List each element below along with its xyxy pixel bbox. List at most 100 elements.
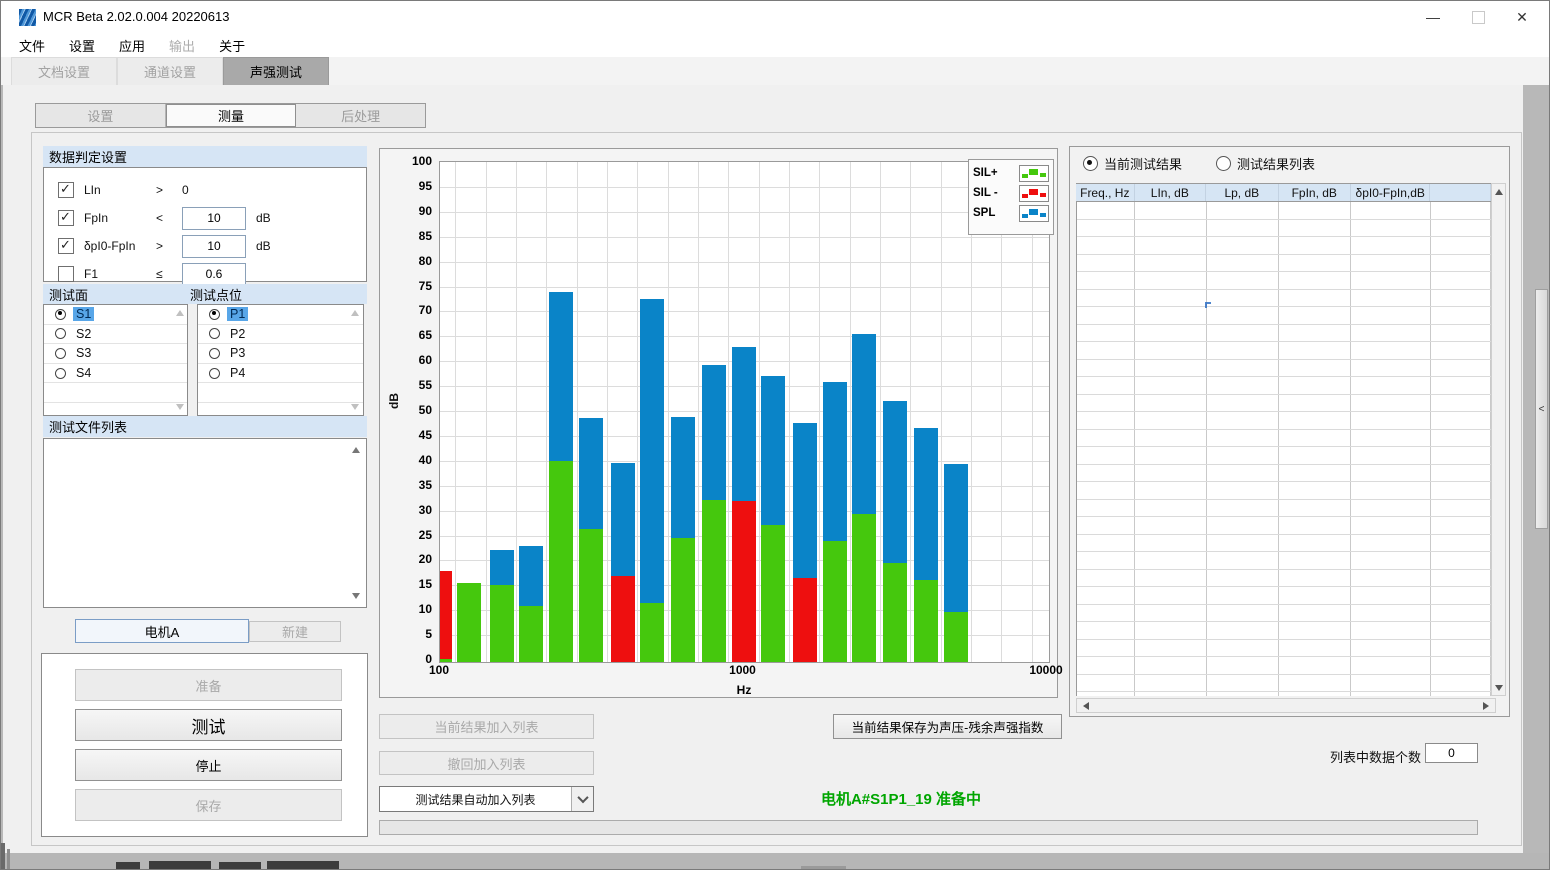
tabbar: 文档设置通道设置声强测试 <box>1 57 1549 85</box>
new-button[interactable]: 新建 <box>249 621 341 642</box>
subtab[interactable]: 后处理 <box>296 104 425 127</box>
condition-value-input[interactable] <box>182 207 246 230</box>
tab[interactable]: 声强测试 <box>223 57 329 85</box>
panel-collapse-handle[interactable]: < <box>1535 289 1548 529</box>
surface-row[interactable]: S3 <box>44 344 187 364</box>
condition-value-input[interactable] <box>182 263 246 286</box>
legend-swatch-icon <box>1019 185 1049 202</box>
point-row[interactable]: P1 <box>198 305 363 325</box>
checkbox[interactable] <box>58 266 74 282</box>
y-tick: 50 <box>406 403 432 417</box>
subtab[interactable]: 设置 <box>36 104 166 127</box>
close-button[interactable]: ✕ <box>1505 5 1539 29</box>
radio-selected-icon[interactable] <box>209 309 220 320</box>
point-header: 测试点位 <box>190 285 242 304</box>
app-icon <box>19 9 36 26</box>
table-row <box>1077 640 1491 658</box>
bar-SIL+-250 <box>549 461 573 662</box>
radio-result-list[interactable]: 测试结果列表 <box>1216 154 1315 173</box>
radio-unselected-icon[interactable] <box>209 368 220 379</box>
menu-item[interactable]: 关于 <box>207 33 257 58</box>
bar-SIL+-4000 <box>914 580 938 662</box>
table-vscrollbar[interactable] <box>1491 183 1506 696</box>
judge-condition-row: F1≤ <box>44 262 366 286</box>
point-label[interactable]: P3 <box>227 346 248 360</box>
column-header[interactable]: δpI0-FpIn,dB <box>1351 184 1430 201</box>
add-current-result-button[interactable]: 当前结果加入列表 <box>379 714 594 739</box>
motor-a-button[interactable]: 电机A <box>75 619 249 643</box>
point-label[interactable]: P4 <box>227 366 248 380</box>
table-row <box>1077 587 1491 605</box>
radio-unselected-icon[interactable] <box>209 328 220 339</box>
subtab-bar: 设置测量后处理 <box>35 103 426 128</box>
save-as-pressure-index-button[interactable]: 当前结果保存为声压-残余声强指数 <box>833 714 1062 739</box>
radio-unselected-icon[interactable] <box>55 368 66 379</box>
scroll-down-icon[interactable] <box>352 593 360 599</box>
condition-name: FpIn <box>84 211 156 225</box>
radio-current-result[interactable]: 当前测试结果 <box>1083 154 1182 173</box>
radio-unselected-icon[interactable] <box>55 328 66 339</box>
surface-label[interactable]: S3 <box>73 346 94 360</box>
scroll-up-icon[interactable] <box>352 447 360 453</box>
point-row[interactable]: P2 <box>198 325 363 345</box>
column-header[interactable] <box>1430 184 1491 201</box>
auto-add-dropdown[interactable]: 测试结果自动加入列表 <box>379 786 594 812</box>
y-tick: 15 <box>406 577 432 591</box>
judge-condition-row: LIn>0 <box>44 178 366 202</box>
y-tick: 25 <box>406 528 432 542</box>
condition-value: 0 <box>182 183 189 197</box>
checkbox[interactable] <box>58 210 74 226</box>
dropdown-chevron-icon <box>571 787 593 811</box>
surface-row[interactable]: S1 <box>44 305 187 325</box>
action-button[interactable]: 停止 <box>75 749 342 781</box>
column-header[interactable]: FpIn, dB <box>1279 184 1351 201</box>
test-file-list[interactable] <box>43 438 367 608</box>
surface-row[interactable]: S2 <box>44 325 187 345</box>
surface-label[interactable]: S1 <box>73 307 94 321</box>
bar-SIL+-160 <box>490 585 514 662</box>
column-header[interactable]: Freq., Hz <box>1076 184 1135 201</box>
radio-current-label: 当前测试结果 <box>1104 154 1182 173</box>
radio-selected-icon[interactable] <box>55 309 66 320</box>
scroll-up-icon[interactable] <box>1492 184 1505 199</box>
column-header[interactable]: LIn, dB <box>1135 184 1206 201</box>
subtab[interactable]: 测量 <box>166 104 297 127</box>
checkbox[interactable] <box>58 238 74 254</box>
menu-item[interactable]: 文件 <box>7 33 57 58</box>
condition-value-input[interactable] <box>182 235 246 258</box>
table-hscrollbar[interactable] <box>1076 698 1496 713</box>
scroll-left-icon[interactable] <box>1079 699 1093 712</box>
action-button[interactable]: 准备 <box>75 669 342 701</box>
surface-label[interactable]: S4 <box>73 366 94 380</box>
y-tick: 75 <box>406 279 432 293</box>
radio-unselected-icon[interactable] <box>209 348 220 359</box>
surface-row[interactable]: S4 <box>44 364 187 384</box>
action-button[interactable]: 测试 <box>75 709 342 741</box>
column-header[interactable]: Lp, dB <box>1206 184 1278 201</box>
point-row[interactable]: P3 <box>198 344 363 364</box>
results-table[interactable] <box>1076 202 1491 696</box>
progress-bar <box>379 820 1478 835</box>
radio-unselected-icon[interactable] <box>55 348 66 359</box>
tab[interactable]: 文档设置 <box>11 57 117 85</box>
menu-item[interactable]: 应用 <box>107 33 157 58</box>
y-tick: 35 <box>406 478 432 492</box>
checkbox[interactable] <box>58 182 74 198</box>
minimize-button[interactable]: — <box>1416 5 1450 29</box>
point-label[interactable]: P2 <box>227 327 248 341</box>
maximize-button[interactable] <box>1461 5 1495 29</box>
count-input[interactable] <box>1425 743 1478 763</box>
legend-entry: SPL <box>973 203 1049 223</box>
table-row <box>1077 552 1491 570</box>
scroll-down-icon[interactable] <box>1492 680 1505 695</box>
surface-row <box>44 383 187 403</box>
menu-item[interactable]: 设置 <box>57 33 107 58</box>
undo-add-button[interactable]: 撤回加入列表 <box>379 751 594 775</box>
point-row[interactable]: P4 <box>198 364 363 384</box>
tab[interactable]: 通道设置 <box>117 57 223 85</box>
surface-label[interactable]: S2 <box>73 327 94 341</box>
scroll-right-icon[interactable] <box>1479 699 1493 712</box>
action-button[interactable]: 保存 <box>75 789 342 821</box>
table-row <box>1077 202 1491 220</box>
point-label[interactable]: P1 <box>227 307 248 321</box>
